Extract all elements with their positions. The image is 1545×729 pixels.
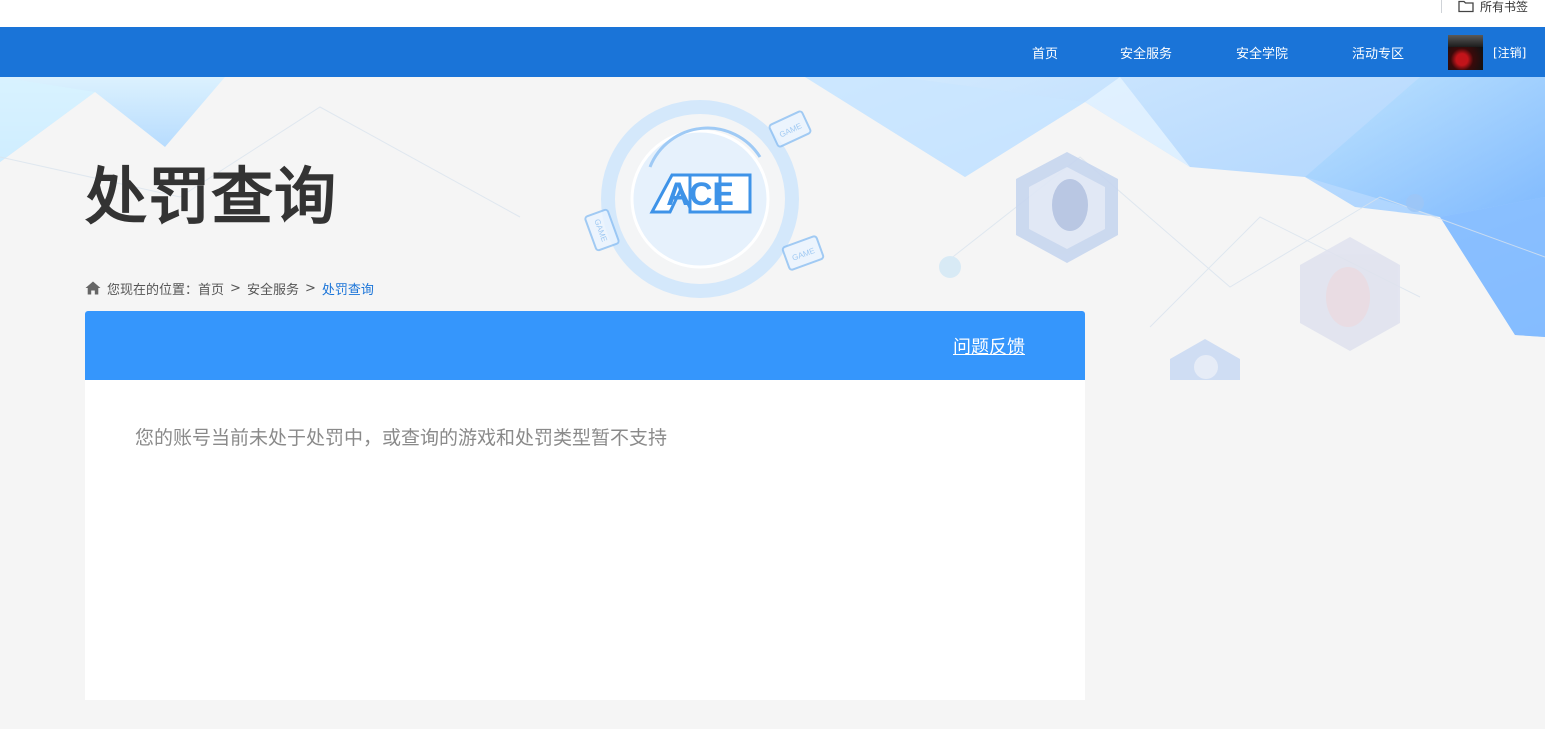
all-bookmarks-button[interactable]: 所有书签 bbox=[1458, 0, 1528, 14]
breadcrumb-current[interactable]: 处罚查询 bbox=[322, 279, 374, 298]
result-card-header: 问题反馈 bbox=[85, 311, 1085, 380]
page-title: 处罚查询 bbox=[85, 160, 338, 233]
hero-section: ACE GAME GAME GAME 处罚查询 您现在的位置： 首页 > 安全服… bbox=[0, 77, 1545, 729]
svg-text:ACE: ACE bbox=[666, 176, 734, 212]
hexagon-portrait-1 bbox=[1016, 152, 1118, 263]
bookmark-bar: 所有书签 bbox=[0, 0, 1545, 27]
breadcrumb-prefix: 您现在的位置： bbox=[107, 282, 199, 298]
hexagon-portrait-2 bbox=[1300, 237, 1400, 351]
user-avatar[interactable] bbox=[1448, 35, 1483, 70]
breadcrumb-home[interactable]: 首页 bbox=[198, 279, 224, 298]
logout-link[interactable]: [注销] bbox=[1493, 27, 1526, 77]
nav-item-security-service[interactable]: 安全服务 bbox=[1120, 27, 1172, 77]
feedback-link[interactable]: 问题反馈 bbox=[953, 311, 1025, 380]
result-card: 问题反馈 您的账号当前未处于处罚中，或查询的游戏和处罚类型暂不支持 bbox=[85, 311, 1085, 700]
nav-item-home[interactable]: 首页 bbox=[1032, 27, 1058, 77]
home-icon bbox=[85, 281, 101, 295]
all-bookmarks-label: 所有书签 bbox=[1480, 0, 1529, 14]
breadcrumb-separator: > bbox=[230, 280, 241, 296]
nav-item-security-academy[interactable]: 安全学院 bbox=[1236, 27, 1288, 77]
breadcrumb-separator: > bbox=[304, 280, 316, 296]
query-result-message: 您的账号当前未处于处罚中，或查询的游戏和处罚类型暂不支持 bbox=[135, 427, 668, 449]
hexagon-portrait-3 bbox=[1170, 339, 1240, 380]
breadcrumb-security-service[interactable]: 安全服务 bbox=[247, 279, 299, 298]
bookmark-divider bbox=[1441, 0, 1442, 13]
top-nav: 首页 安全服务 安全学院 活动专区 [注销] bbox=[0, 27, 1545, 77]
breadcrumb: 您现在的位置： 首页 > 安全服务 > 处罚查询 bbox=[85, 278, 374, 298]
nav-item-events[interactable]: 活动专区 bbox=[1352, 27, 1404, 77]
folder-icon bbox=[1458, 0, 1474, 13]
